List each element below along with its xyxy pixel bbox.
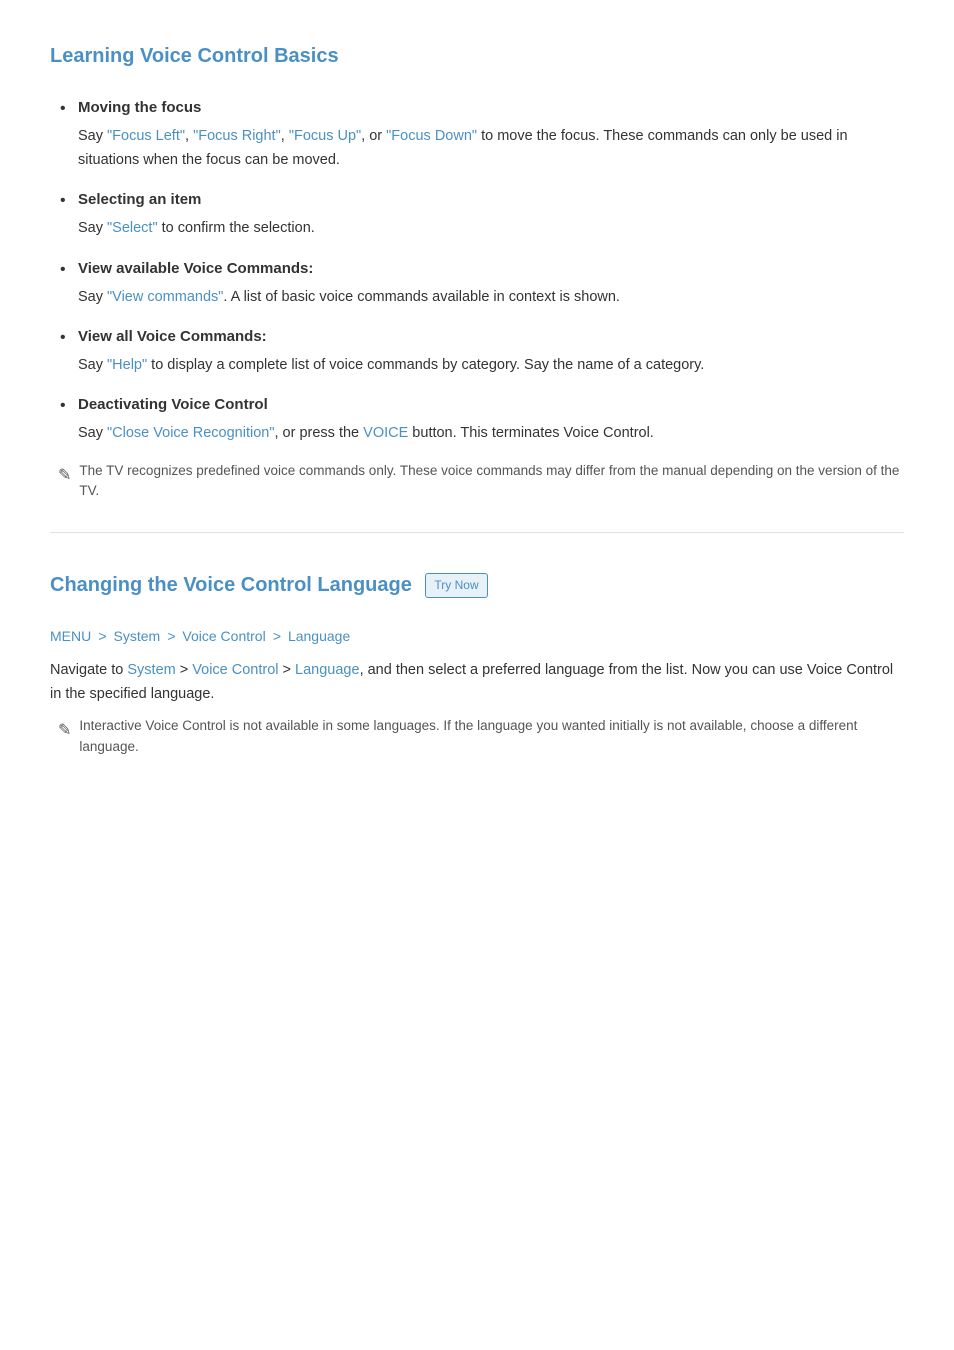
try-now-badge[interactable]: Try Now	[425, 573, 487, 598]
section2-note-block: ✎ Interactive Voice Control is not avail…	[50, 716, 904, 757]
link-focus-right[interactable]: "Focus Right"	[193, 128, 281, 144]
note-icon: ✎	[58, 463, 71, 489]
breadcrumb-system[interactable]: System	[113, 628, 160, 644]
section1-title: Learning Voice Control Basics	[50, 40, 904, 78]
breadcrumb: MENU > System > Voice Control > Language	[50, 625, 904, 649]
breadcrumb-menu[interactable]: MENU	[50, 628, 91, 644]
link-focus-left[interactable]: "Focus Left"	[107, 128, 185, 144]
section1-note-text: The TV recognizes predefined voice comma…	[79, 461, 904, 502]
link-help[interactable]: "Help"	[107, 357, 147, 373]
item-body-view-all: Say "Help" to display a complete list of…	[78, 357, 704, 373]
breadcrumb-sep-3: >	[273, 628, 285, 644]
list-item-view-all: View all Voice Commands: Say "Help" to d…	[60, 325, 904, 377]
item-title-selecting: Selecting an item	[78, 188, 904, 212]
voice-button-label: VOICE	[363, 425, 408, 441]
breadcrumb-voice-control[interactable]: Voice Control	[182, 628, 265, 644]
breadcrumb-sep-1: >	[98, 628, 110, 644]
section-changing-language: Changing the Voice Control Language Try …	[50, 569, 904, 757]
link-view-commands[interactable]: "View commands"	[107, 289, 223, 305]
link-close-voice-recognition[interactable]: "Close Voice Recognition"	[107, 425, 274, 441]
list-item-deactivating: Deactivating Voice Control Say "Close Vo…	[60, 393, 904, 445]
link-focus-up[interactable]: "Focus Up"	[289, 128, 361, 144]
section1-note-block: ✎ The TV recognizes predefined voice com…	[50, 461, 904, 502]
link-system[interactable]: System	[127, 662, 175, 678]
link-select[interactable]: "Select"	[107, 220, 158, 236]
breadcrumb-language[interactable]: Language	[288, 628, 350, 644]
section-divider	[50, 532, 904, 533]
item-title-view-available: View available Voice Commands:	[78, 257, 904, 281]
link-focus-down[interactable]: "Focus Down"	[386, 128, 477, 144]
item-body-moving-focus: Say "Focus Left", "Focus Right", "Focus …	[78, 128, 848, 168]
section2-body: Navigate to System > Voice Control > Lan…	[50, 659, 904, 707]
item-body-view-available: Say "View commands". A list of basic voi…	[78, 289, 620, 305]
item-title-deactivating: Deactivating Voice Control	[78, 393, 904, 417]
list-item-view-available: View available Voice Commands: Say "View…	[60, 257, 904, 309]
link-language[interactable]: Language	[295, 662, 360, 678]
section2-title: Changing the Voice Control Language Try …	[50, 569, 904, 607]
basics-list: Moving the focus Say "Focus Left", "Focu…	[50, 96, 904, 445]
item-body-deactivating: Say "Close Voice Recognition", or press …	[78, 425, 654, 441]
section-learning-basics: Learning Voice Control Basics Moving the…	[50, 40, 904, 502]
item-title-view-all: View all Voice Commands:	[78, 325, 904, 349]
item-title-moving-focus: Moving the focus	[78, 96, 904, 120]
list-item-selecting: Selecting an item Say "Select" to confir…	[60, 188, 904, 240]
list-item-moving-focus: Moving the focus Say "Focus Left", "Focu…	[60, 96, 904, 172]
breadcrumb-sep-2: >	[167, 628, 179, 644]
section2-title-text: Changing the Voice Control Language	[50, 574, 412, 596]
link-voice-control[interactable]: Voice Control	[192, 662, 278, 678]
section2-note-icon: ✎	[58, 718, 71, 744]
section2-note-text: Interactive Voice Control is not availab…	[79, 716, 904, 757]
item-body-selecting: Say "Select" to confirm the selection.	[78, 220, 315, 236]
